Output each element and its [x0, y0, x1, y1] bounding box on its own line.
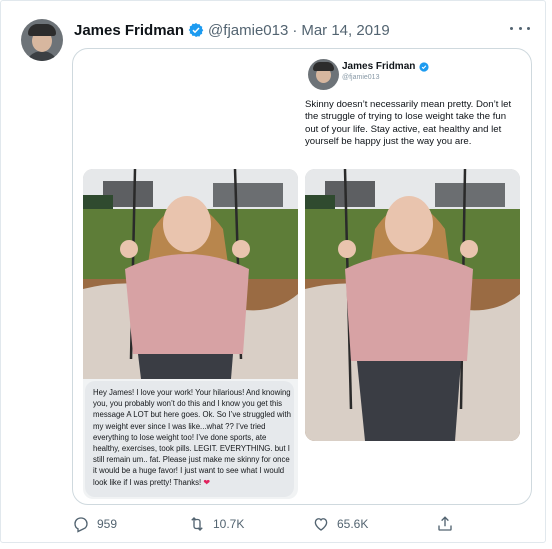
original-photo	[83, 169, 298, 379]
edited-photo	[305, 169, 520, 441]
message-text-block: Hey James! I love your work! Your hilari…	[93, 387, 293, 488]
reply-count: 959	[97, 517, 118, 531]
heart-emoji-icon: ❤	[203, 477, 210, 487]
reply-icon	[74, 517, 88, 533]
message-screenshot: Hey James! I love your work! Your hilari…	[83, 379, 298, 499]
tweet-header: James Fridman @fjamie013 · Mar 14, 2019	[74, 20, 390, 40]
header-separator: ·	[292, 21, 298, 39]
retweet-count: 10.7K	[213, 517, 245, 531]
quoted-avatar	[308, 59, 339, 90]
verified-badge-icon	[188, 22, 204, 38]
like-count: 65.6K	[337, 517, 369, 531]
retweet-icon	[191, 517, 203, 531]
quoted-text: Skinny doesn’t necessarily mean pretty. …	[305, 99, 512, 148]
quoted-verified-badge-icon	[419, 61, 429, 72]
quoted-handle: @fjamie013	[342, 74, 380, 81]
author-avatar[interactable]	[21, 19, 63, 61]
media-card[interactable]: James Fridman @fjamie013 Skinny doesn’t …	[72, 48, 532, 505]
tweet-actions: 959 10.7K 65.6K	[72, 514, 492, 534]
share-icon	[438, 516, 452, 531]
quoted-author-name: James Fridman	[342, 61, 416, 72]
tweet-date[interactable]: Mar 14, 2019	[301, 22, 389, 39]
quoted-header: James Fridman	[342, 61, 429, 72]
share-button[interactable]	[436, 514, 454, 534]
author-handle[interactable]: @fjamie013	[208, 22, 288, 39]
like-button[interactable]: 65.6K	[312, 514, 368, 534]
message-bubble: Hey James! I love your work! Your hilari…	[85, 381, 294, 497]
reply-button[interactable]: 959	[72, 514, 117, 534]
author-name[interactable]: James Fridman	[74, 22, 184, 39]
retweet-button[interactable]: 10.7K	[188, 514, 244, 534]
heart-icon	[314, 518, 328, 531]
more-dots-icon[interactable]	[510, 21, 530, 35]
message-text: Hey James! I love your work! Your hilari…	[93, 388, 291, 487]
